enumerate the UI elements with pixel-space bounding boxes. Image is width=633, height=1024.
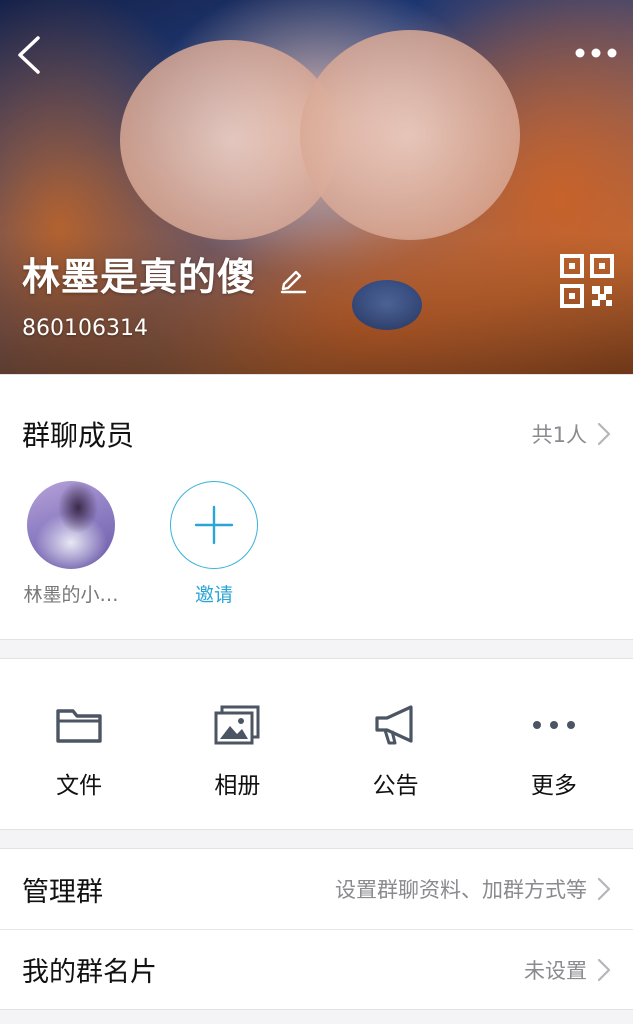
back-button[interactable] [12, 32, 48, 78]
my-group-card-title: 我的群名片 [22, 957, 157, 988]
feature-label: 更多 [530, 773, 577, 799]
members-title: 群聊成员 [22, 419, 135, 452]
members-count-label: 共1人 [531, 423, 587, 447]
member-name: 林墨的小… [23, 584, 119, 606]
avatar[interactable] [27, 481, 115, 569]
members-count: 共1人 [532, 419, 611, 449]
feature-files[interactable]: 文件 [0, 659, 158, 829]
my-group-card-value: 未设置 [524, 955, 611, 985]
members-section: 群聊成员 共1人 林墨的小… 邀请 [0, 374, 633, 640]
invite-label: 邀请 [194, 584, 233, 606]
megaphone-icon [375, 705, 413, 745]
edit-pencil-icon [280, 270, 307, 294]
album-icon [214, 705, 260, 745]
group-cover-header: 林墨是真的傻 860106314 [0, 0, 633, 374]
my-group-card-row[interactable]: 我的群名片 未设置 [0, 929, 633, 1009]
manage-group-value: 设置群聊资料、加群方式等 [335, 874, 611, 904]
more-options-button[interactable] [573, 38, 619, 68]
invite-button[interactable] [170, 481, 258, 569]
manage-group-hint: 设置群聊资料、加群方式等 [335, 878, 587, 902]
group-name: 林墨是真的傻 [22, 255, 257, 299]
member-item[interactable]: 林墨的小… [0, 481, 142, 609]
back-chevron-icon [18, 36, 40, 74]
qr-code-button[interactable] [560, 254, 614, 308]
more-dots-icon [575, 48, 617, 58]
edit-group-name-button[interactable] [278, 264, 308, 294]
feature-more[interactable]: 更多 [475, 659, 633, 829]
feature-label: 公告 [372, 773, 419, 799]
feature-announcement[interactable]: 公告 [317, 659, 475, 829]
folder-icon [56, 709, 102, 743]
feature-album[interactable]: 相册 [158, 659, 316, 829]
member-list: 林墨的小… 邀请 [0, 481, 293, 609]
chevron-right-icon [597, 877, 611, 901]
my-group-card-hint: 未设置 [524, 958, 587, 983]
cover-image-hand-right [300, 30, 520, 240]
chevron-right-icon [597, 958, 611, 981]
group-id: 860106314 [22, 316, 148, 341]
feature-grid: 文件 相册 公告 更多 [0, 658, 633, 830]
manage-group-title: 管理群 [22, 876, 103, 908]
plus-icon [194, 505, 234, 545]
settings-list: 管理群 设置群聊资料、加群方式等 我的群名片 未设置 [0, 848, 633, 1010]
chevron-right-icon [597, 422, 611, 446]
manage-group-row[interactable]: 管理群 设置群聊资料、加群方式等 [0, 849, 633, 929]
members-header-row[interactable]: 群聊成员 共1人 [0, 375, 633, 493]
more-icon [532, 721, 575, 729]
feature-label: 相册 [214, 773, 261, 799]
qr-code-icon [560, 254, 614, 308]
invite-member-item[interactable]: 邀请 [135, 481, 293, 609]
feature-label: 文件 [56, 773, 103, 799]
